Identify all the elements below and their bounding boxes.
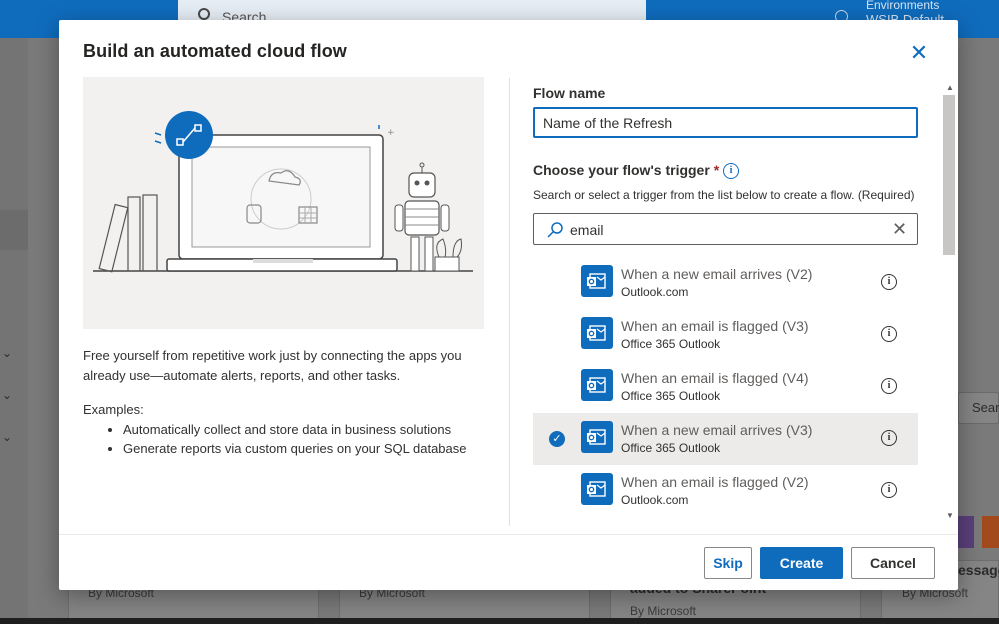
info-icon[interactable]: i [881, 482, 897, 498]
info-icon[interactable]: i [881, 274, 897, 290]
cancel-button[interactable]: Cancel [851, 547, 935, 579]
scroll-down-arrow-icon[interactable]: ▼ [946, 511, 954, 520]
scroll-thumb[interactable] [943, 95, 955, 255]
info-icon[interactable]: i [723, 163, 739, 179]
trigger-list-item[interactable]: When an email is flagged (V3) Office 365… [533, 309, 918, 361]
scroll-up-arrow-icon[interactable]: ▲ [946, 83, 954, 92]
column-divider [509, 78, 510, 526]
connector-tile [982, 516, 999, 548]
trigger-search-value[interactable]: email [570, 222, 603, 238]
close-icon: ✕ [909, 40, 929, 65]
flow-illustration: + [83, 77, 484, 329]
trigger-hint: Search or select a trigger from the list… [533, 188, 915, 202]
card-publisher: By Microsoft [630, 604, 697, 618]
card-title: essage [958, 562, 999, 578]
trigger-connector: Outlook.com [621, 493, 689, 507]
trigger-list-item[interactable]: When an email is flagged (V2) Outlook.co… [533, 465, 918, 517]
outlook-icon [581, 265, 613, 297]
example-item: Generate reports via custom queries on y… [123, 439, 483, 458]
build-flow-dialog: Build an automated cloud flow ✕ + Free y… [59, 20, 958, 590]
examples-list: Automatically collect and store data in … [123, 420, 483, 458]
flow-name-label: Flow name [533, 85, 606, 101]
trigger-list-scrollbar[interactable]: ▲ ▼ [942, 81, 956, 527]
dialog-intro-text: Free yourself from repetitive work just … [83, 348, 462, 383]
create-button[interactable]: Create [760, 547, 843, 579]
trigger-title: When a new email arrives (V2) [621, 266, 813, 282]
outlook-icon [581, 421, 613, 453]
templates-search-placeholder: Sear [972, 400, 999, 415]
outlook-icon [581, 317, 613, 349]
outlook-icon [581, 369, 613, 401]
trigger-list-item-selected[interactable]: ✓ When a new email arrives (V3) Office 3… [533, 413, 918, 465]
outlook-icon [581, 473, 613, 505]
info-icon[interactable]: i [881, 430, 897, 446]
trigger-title: When an email is flagged (V3) [621, 318, 809, 334]
dialog-title: Build an automated cloud flow [83, 41, 347, 61]
trigger-connector: Office 365 Outlook [621, 389, 721, 403]
svg-text:+: + [387, 128, 395, 138]
trigger-title: When an email is flagged (V2) [621, 474, 809, 490]
close-button[interactable]: ✕ [907, 42, 931, 66]
search-icon [198, 8, 210, 20]
info-icon[interactable]: i [881, 326, 897, 342]
required-marker: * [713, 162, 720, 178]
trigger-label: Choose your flow's trigger * [533, 162, 719, 178]
trigger-label-text: Choose your flow's trigger [533, 162, 710, 178]
trigger-connector: Office 365 Outlook [621, 441, 721, 455]
trigger-connector: Outlook.com [621, 285, 689, 299]
footer-divider [59, 534, 958, 535]
search-icon [547, 222, 563, 238]
flow-form: Flow name Choose your flow's trigger * i… [533, 77, 963, 537]
environments-label: Environments [866, 0, 940, 12]
trigger-list-item[interactable]: When an email is flagged (V4) Office 365… [533, 361, 918, 413]
skip-button[interactable]: Skip [704, 547, 752, 579]
app-sidebar [0, 38, 28, 624]
chevron-down-icon: ⌄ [2, 346, 13, 360]
example-item: Automatically collect and store data in … [123, 420, 483, 439]
trigger-search-field[interactable]: email ✕ [533, 213, 918, 245]
examples-heading: Examples: [83, 402, 144, 417]
trigger-title: When an email is flagged (V4) [621, 370, 809, 386]
checkmark-icon: ✓ [549, 431, 565, 447]
chevron-down-icon: ⌄ [2, 388, 13, 402]
flow-name-input[interactable] [533, 107, 918, 138]
info-icon[interactable]: i [881, 378, 897, 394]
trigger-list-item[interactable]: When a new email arrives (V2) Outlook.co… [533, 257, 918, 309]
chevron-down-icon: ⌄ [2, 430, 13, 444]
trigger-title: When a new email arrives (V3) [621, 422, 813, 438]
trigger-connector: Office 365 Outlook [621, 337, 721, 351]
taskbar [0, 618, 999, 624]
clear-icon[interactable]: ✕ [892, 219, 907, 239]
sidebar-selected-item [0, 210, 28, 250]
laptop-robot-illustration: + [93, 111, 473, 273]
